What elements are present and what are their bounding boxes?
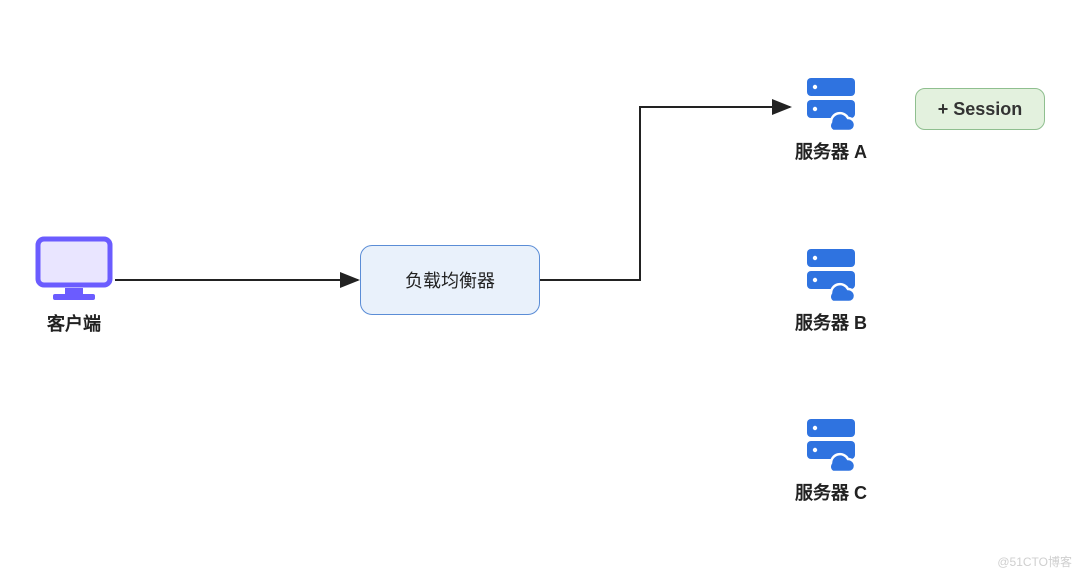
monitor-icon [35,236,113,302]
server-cloud-icon [801,415,861,471]
client-label: 客户端 [47,310,101,336]
server-a-node: 服务器 A [795,74,867,164]
server-c-label: 服务器 C [795,479,867,505]
connectors [0,0,1080,576]
session-badge: + Session [915,88,1045,130]
server-b-node: 服务器 B [795,245,867,335]
arrow-lb-to-server-a [540,107,790,280]
server-cloud-icon [801,245,861,301]
server-cloud-icon [801,74,861,130]
server-a-label: 服务器 A [795,138,867,164]
server-b-label: 服务器 B [795,309,867,335]
session-badge-label: + Session [938,99,1023,120]
watermark: @51CTO博客 [997,553,1072,570]
client-node: 客户端 [35,236,113,336]
load-balancer-box: 负载均衡器 [360,245,540,315]
load-balancer-label: 负载均衡器 [405,267,495,293]
server-c-node: 服务器 C [795,415,867,505]
